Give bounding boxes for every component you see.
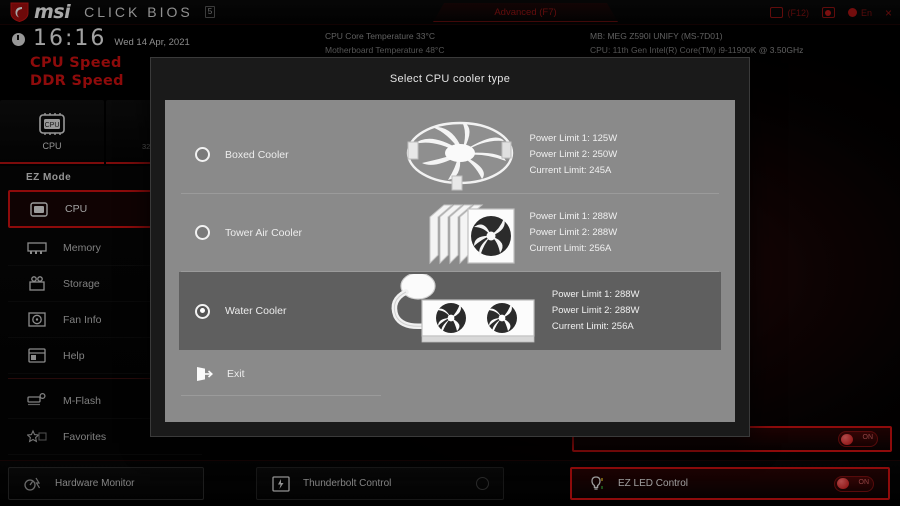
power-limit-2: Power Limit 2: 250W (529, 148, 618, 160)
power-limit-2: Power Limit 2: 288W (551, 305, 640, 316)
cpu-cooler-dialog: Select CPU cooler type Boxed Cooler Powe… (150, 57, 750, 437)
cooler-option-specs: Power Limit 1: 288W Power Limit 2: 288W … (530, 209, 719, 257)
cooler-option-specs: Power Limit 1: 288W Power Limit 2: 288W … (552, 287, 721, 335)
current-limit: Current Limit: 245A (529, 164, 612, 176)
water-cooler-illustration (372, 273, 552, 349)
power-limit-2: Power Limit 2: 288W (529, 226, 618, 238)
power-limit-1: Power Limit 1: 288W (529, 210, 618, 222)
power-limit-1: Power Limit 1: 288W (551, 289, 640, 300)
radio-button[interactable] (195, 147, 210, 162)
radio-button[interactable] (195, 225, 210, 240)
cooler-option-label: Boxed Cooler (225, 148, 289, 161)
cooler-option-label: Tower Air Cooler (225, 226, 303, 239)
exit-door-icon (195, 366, 213, 382)
cooler-option-boxed[interactable]: Boxed Cooler Power Limit 1: 125W Power L… (181, 116, 719, 194)
dialog-body: Boxed Cooler Power Limit 1: 125W Power L… (165, 100, 735, 422)
boxed-fan-illustration (390, 117, 530, 193)
bios-screen: msi CLICK BIOS 5 Advanced (F7) (F12) En … (0, 0, 900, 506)
cooler-option-tower-air[interactable]: Tower Air Cooler Power Limit 1: 288W Pow… (181, 194, 719, 272)
exit-label: Exit (227, 367, 245, 380)
tower-air-cooler-illustration (390, 195, 530, 271)
current-limit: Current Limit: 256A (529, 242, 612, 254)
cooler-option-water[interactable]: Water Cooler Power Limit 1: 288W Power L… (179, 272, 721, 350)
current-limit: Current Limit: 256A (551, 321, 634, 332)
radio-button[interactable] (195, 303, 210, 319)
power-limit-1: Power Limit 1: 125W (529, 132, 618, 144)
cooler-option-label: Water Cooler (225, 305, 287, 317)
dialog-title: Select CPU cooler type (151, 58, 749, 100)
exit-button[interactable]: Exit (181, 352, 381, 396)
cooler-option-specs: Power Limit 1: 125W Power Limit 2: 250W … (530, 131, 719, 179)
